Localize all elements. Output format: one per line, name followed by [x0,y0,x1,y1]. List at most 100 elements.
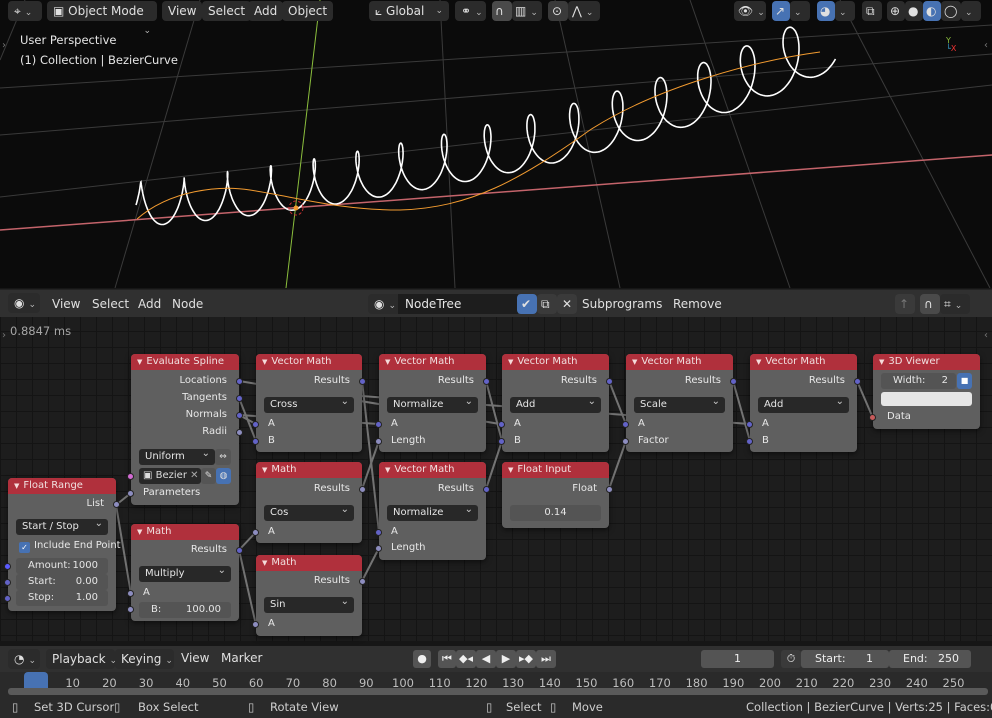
next-keyframe-button[interactable]: ▸◆ [516,650,536,668]
input-socket-factor[interactable] [622,438,629,445]
preview-range-toggle[interactable]: ⏱ [781,650,801,668]
evaluation-mode-dropdown[interactable]: Uniform [139,446,215,465]
eyedropper-button[interactable]: ✎ [201,468,216,484]
collapse-icon[interactable]: ▼ [508,358,513,366]
play-button[interactable]: ▶ [496,650,516,668]
jump-end-button[interactable]: ⏭ [536,650,556,668]
input-socket-b[interactable] [252,438,259,445]
collapse-icon[interactable]: ▼ [262,466,267,474]
node-header[interactable]: ▼ Vector Math [626,354,733,370]
color-swatch[interactable] [881,392,972,406]
collapse-icon[interactable]: ▼ [262,559,267,567]
node-math-sin[interactable]: ▼Math Results Sin A [252,555,366,636]
collapse-icon[interactable]: ▼ [879,358,884,366]
input-socket-stop[interactable] [4,595,11,602]
input-socket-a[interactable] [252,621,259,628]
output-socket[interactable] [730,378,737,385]
collapse-icon[interactable]: ▼ [137,358,142,366]
collapse-icon[interactable]: ▼ [508,466,513,474]
clear-icon[interactable]: ✕ [190,470,198,481]
input-socket-length[interactable] [375,545,382,552]
collapse-icon[interactable]: ▼ [632,358,637,366]
node-header[interactable]: ▼ Evaluate Spline [131,354,239,370]
output-socket-tangents[interactable] [236,395,243,402]
node-float-input[interactable]: ▼ Float Input Float 0.14 [502,462,613,528]
node-header[interactable]: ▼ Math [256,462,362,478]
play-reverse-button[interactable]: ◀ [476,650,496,668]
input-socket-a[interactable] [375,529,382,536]
output-socket[interactable] [854,378,861,385]
current-frame-field[interactable]: 1 [701,650,774,668]
timeline-scrollbar[interactable] [8,688,988,695]
operation-dropdown[interactable]: Cross [264,394,354,413]
start-frame-field[interactable]: Start: 1 [801,650,889,668]
range-mode-dropdown[interactable]: Start / Stop [16,516,108,535]
input-socket-object[interactable] [127,473,134,480]
node-3d-viewer[interactable]: ▼ 3D Viewer Width: 2 ■ Data [869,354,980,429]
operation-dropdown[interactable]: Multiply [139,563,231,582]
node-header[interactable]: ▼ Math [131,524,239,540]
node-header[interactable]: ▼ 3D Viewer [873,354,980,370]
output-socket[interactable] [483,486,490,493]
collapse-icon[interactable]: ▼ [262,358,267,366]
resolution-toggle[interactable]: ⇔ [215,449,231,465]
operation-dropdown[interactable]: Scale [634,394,725,413]
node-header[interactable]: ▼ Float Range [8,478,116,494]
playhead[interactable] [24,672,48,689]
keying-menu[interactable]: Keying ⌄ [115,649,174,669]
input-b-field[interactable]: B: 100.00 [139,602,231,618]
input-socket-a[interactable] [127,590,134,597]
operation-dropdown[interactable]: Add [510,394,601,413]
output-socket[interactable] [606,378,613,385]
collapse-icon[interactable]: ▼ [385,358,390,366]
start-field[interactable]: Start: 0.00 [16,574,108,590]
input-socket-amount[interactable] [4,563,11,570]
input-socket-parameters[interactable] [127,490,134,497]
output-socket[interactable] [359,486,366,493]
node-vector-math-normalize-1[interactable]: ▼Vector Math Results Normalize A Length [375,354,490,452]
editor-type-button[interactable]: ◔ ⌄ [8,649,40,669]
object-selector[interactable]: ▣ Bezier ✕ [139,468,201,484]
output-socket[interactable] [236,547,243,554]
stop-field[interactable]: Stop: 1.00 [16,590,108,606]
input-socket-a[interactable] [746,421,753,428]
input-socket-a[interactable] [622,421,629,428]
node-header[interactable]: ▼ Vector Math [379,462,486,478]
prev-keyframe-button[interactable]: ◆◂ [456,650,476,668]
tl-menu-view[interactable]: View [181,645,209,671]
node-vector-math-add-1[interactable]: ▼Vector Math Results Add A B [498,354,613,452]
operation-dropdown[interactable]: Normalize [387,502,478,521]
world-space-toggle[interactable]: ◍ [216,468,231,484]
output-socket-radii[interactable] [236,429,243,436]
node-vector-math-cross[interactable]: ▼Vector Math Results Cross A B [252,354,366,452]
node-header[interactable]: ▼ Vector Math [379,354,486,370]
input-socket-a[interactable] [252,421,259,428]
input-socket-b[interactable] [498,438,505,445]
operation-dropdown[interactable]: Cos [264,502,354,521]
node-vector-math-scale[interactable]: ▼Vector Math Results Scale A Factor [622,354,737,452]
output-socket[interactable] [606,486,613,493]
node-header[interactable]: ▼ Vector Math [256,354,362,370]
output-socket[interactable] [483,378,490,385]
input-socket-start[interactable] [4,579,11,586]
width-field[interactable]: Width: 2 [881,373,956,389]
tl-menu-marker[interactable]: Marker [221,645,262,671]
amount-field[interactable]: Amount: 1000 [16,558,108,574]
input-socket-a[interactable] [498,421,505,428]
operation-dropdown[interactable]: Normalize [387,394,478,413]
collapse-icon[interactable]: ▼ [137,528,142,536]
input-socket-b[interactable] [746,438,753,445]
enable-viewer-toggle[interactable]: ■ [957,373,972,389]
input-socket-a[interactable] [375,421,382,428]
node-float-range[interactable]: ▼Float Range List Start / Stop ✓ Include… [4,478,121,611]
output-socket[interactable] [113,501,120,508]
node-vector-math-normalize-2[interactable]: ▼Vector Math Results Normalize A Length [375,462,490,560]
node-header[interactable]: ▼ Float Input [502,462,609,478]
node-header[interactable]: ▼ Math [256,555,362,571]
node-vector-math-add-2[interactable]: ▼Vector Math Results Add A B [746,354,861,452]
input-socket-length[interactable] [375,438,382,445]
node-header[interactable]: ▼ Vector Math [750,354,857,370]
include-end-checkbox[interactable]: ✓ [19,542,30,553]
input-socket-data[interactable] [869,414,876,421]
node-math-multiply[interactable]: ▼Math Results Multiply A B:100.00 [127,524,243,621]
